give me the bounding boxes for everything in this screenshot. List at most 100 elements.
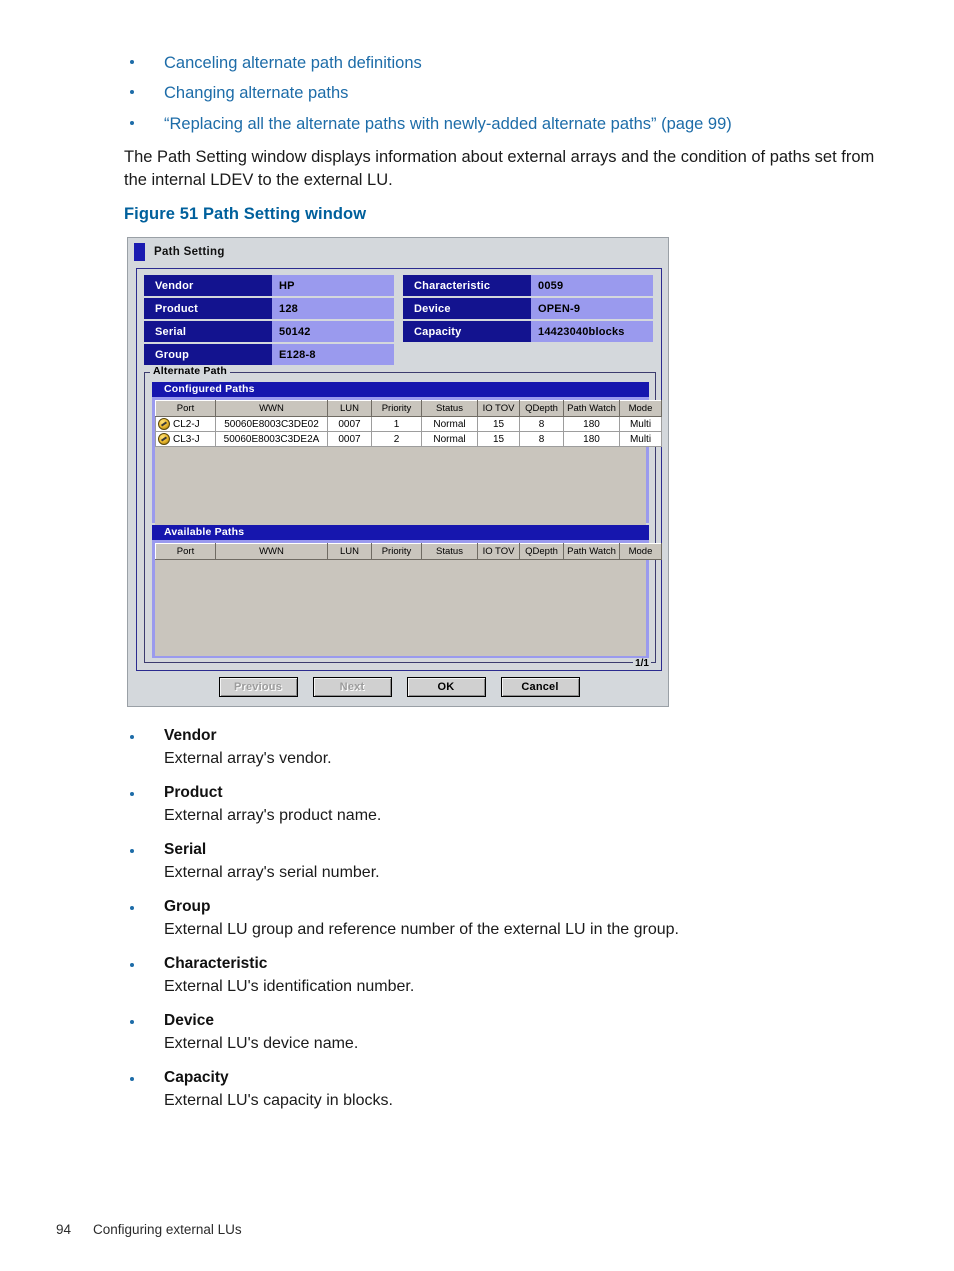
info-value-product: 128	[272, 298, 394, 319]
next-button: Next	[312, 677, 392, 697]
list-bullet-icon	[130, 1020, 134, 1024]
cell-mode: Multi	[619, 431, 662, 447]
column-header-status[interactable]: Status	[421, 400, 478, 417]
column-header-qdepth[interactable]: QDepth	[519, 400, 564, 417]
list-bullet-icon	[130, 792, 134, 796]
definition-term: Characteristic	[164, 955, 268, 972]
definition-item: Serial External array's serial number.	[124, 841, 884, 882]
grid-spacer	[394, 275, 403, 296]
column-header-port[interactable]: Port	[155, 543, 216, 560]
definition-description: External LU group and reference number o…	[164, 921, 679, 938]
configured-paths-table-frame[interactable]: Port WWN LUN Priority Status IO TOV QDepth Path…	[152, 397, 662, 529]
available-paths-table-frame[interactable]: Port WWN LUN Priority Status IO TOV QDepth Path…	[152, 540, 662, 658]
info-label-characteristic: Characteristic	[403, 275, 531, 296]
cell-status: Normal	[421, 416, 478, 432]
column-header-port[interactable]: Port	[155, 400, 216, 417]
column-header-status[interactable]: Status	[421, 543, 478, 560]
cell-qdepth: 8	[519, 416, 564, 432]
cell-lun: 0007	[327, 416, 372, 432]
cell-path-watch: 180	[563, 416, 620, 432]
column-header-mode[interactable]: Mode	[619, 543, 662, 560]
definition-description: External array's vendor.	[164, 750, 332, 767]
configured-paths-empty-space	[155, 447, 646, 529]
info-value-device: OPEN-9	[531, 298, 653, 319]
column-header-wwn[interactable]: WWN	[215, 400, 328, 417]
column-header-qdepth[interactable]: QDepth	[519, 543, 564, 560]
definition-term: Vendor	[164, 727, 217, 744]
column-header-priority[interactable]: Priority	[371, 543, 422, 560]
cell-qdepth: 8	[519, 431, 564, 447]
column-header-lun[interactable]: LUN	[327, 400, 372, 417]
column-header-wwn[interactable]: WWN	[215, 543, 328, 560]
column-header-io-tov[interactable]: IO TOV	[477, 400, 520, 417]
info-label-serial: Serial	[144, 321, 272, 342]
list-bullet-icon	[130, 120, 134, 125]
configured-paths-title: Configured Paths	[152, 382, 649, 397]
dialog-titlebar: Path Setting	[128, 238, 668, 265]
array-info-grid: Vendor HP Characteristic 0059 Product 128 Devi…	[144, 275, 656, 367]
field-definition-list: Vendor External array's vendor. Product Ext…	[124, 727, 884, 1126]
info-row: Vendor HP Characteristic 0059	[144, 275, 656, 296]
previous-button: Previous	[218, 677, 298, 697]
intro-paragraph: The Path Setting window displays informa…	[124, 148, 875, 189]
column-header-path-watch[interactable]: Path Watch	[563, 400, 620, 417]
list-bullet-icon	[130, 735, 134, 739]
page-indicator: 1/1	[633, 658, 651, 669]
table-row[interactable]: CL3-J 50060E8003C3DE2A 0007 2 Normal 15 8 180 Mu…	[155, 431, 662, 447]
info-value-capacity: 14423040blocks	[531, 321, 653, 342]
column-header-io-tov[interactable]: IO TOV	[477, 543, 520, 560]
column-header-lun[interactable]: LUN	[327, 543, 372, 560]
ok-button[interactable]: OK	[406, 677, 486, 697]
port-label: CL2-J	[173, 418, 200, 430]
definition-item: Characteristic External LU's identificati…	[124, 955, 884, 996]
available-paths-empty-space	[155, 560, 646, 656]
path-status-icon	[158, 418, 170, 430]
cell-port: CL2-J	[155, 416, 216, 432]
definition-item: Vendor External array's vendor.	[124, 727, 884, 768]
definition-description: External LU's identification number.	[164, 978, 415, 995]
column-header-mode[interactable]: Mode	[619, 400, 662, 417]
port-label: CL3-J	[173, 433, 200, 445]
info-value-vendor: HP	[272, 275, 394, 296]
info-label-device: Device	[403, 298, 531, 319]
dialog-button-row: Previous Next OK Cancel	[128, 677, 670, 697]
link-label: Canceling alternate path definitions	[164, 54, 422, 72]
cell-wwn: 50060E8003C3DE02	[215, 416, 328, 432]
available-paths-table[interactable]: Port WWN LUN Priority Status IO TOV QDepth Path…	[155, 543, 662, 560]
info-label-vendor: Vendor	[144, 275, 272, 296]
table-row[interactable]: CL2-J 50060E8003C3DE02 0007 1 Normal 15 8 180 Mu…	[155, 416, 662, 432]
cross-reference-link[interactable]: Canceling alternate path definitions	[124, 52, 884, 74]
link-label: “Replacing all the alternate paths with …	[164, 114, 732, 133]
list-bullet-icon	[130, 906, 134, 910]
definition-term: Serial	[164, 841, 207, 858]
grid-spacer	[394, 321, 403, 342]
definition-description: External array's product name.	[164, 807, 382, 824]
available-paths-header-row: Port WWN LUN Priority Status IO TOV QDepth Path…	[155, 543, 662, 560]
definition-description: External LU's device name.	[164, 1035, 359, 1052]
list-bullet-icon	[130, 849, 134, 853]
page-footer: 94 Configuring external LUs	[56, 1222, 242, 1237]
info-row: Product 128 Device OPEN-9	[144, 298, 656, 319]
cell-status: Normal	[421, 431, 478, 447]
info-value-characteristic: 0059	[531, 275, 653, 296]
footer-page-number: 94	[56, 1222, 72, 1237]
list-bullet-icon	[130, 963, 134, 967]
groupbox-legend: Alternate Path	[150, 365, 230, 377]
info-label-capacity: Capacity	[403, 321, 531, 342]
cell-port: CL3-J	[155, 431, 216, 447]
info-value-serial: 50142	[272, 321, 394, 342]
cross-reference-link[interactable]: “Replacing all the alternate paths with …	[124, 113, 884, 135]
cell-io-tov: 15	[477, 431, 520, 447]
configured-paths-table[interactable]: Port WWN LUN Priority Status IO TOV QDepth Path…	[155, 400, 662, 447]
cell-lun: 0007	[327, 431, 372, 447]
cross-reference-link[interactable]: Changing alternate paths	[124, 82, 884, 104]
column-header-path-watch[interactable]: Path Watch	[563, 543, 620, 560]
grid-spacer	[394, 298, 403, 319]
available-paths-title: Available Paths	[152, 525, 649, 540]
definition-description: External LU's capacity in blocks.	[164, 1092, 393, 1109]
definition-item: Group External LU group and reference num…	[124, 898, 884, 939]
column-header-priority[interactable]: Priority	[371, 400, 422, 417]
definition-item: Device External LU's device name.	[124, 1012, 884, 1053]
definition-item: Capacity External LU's capacity in blocks…	[124, 1069, 884, 1110]
cancel-button[interactable]: Cancel	[500, 677, 580, 697]
